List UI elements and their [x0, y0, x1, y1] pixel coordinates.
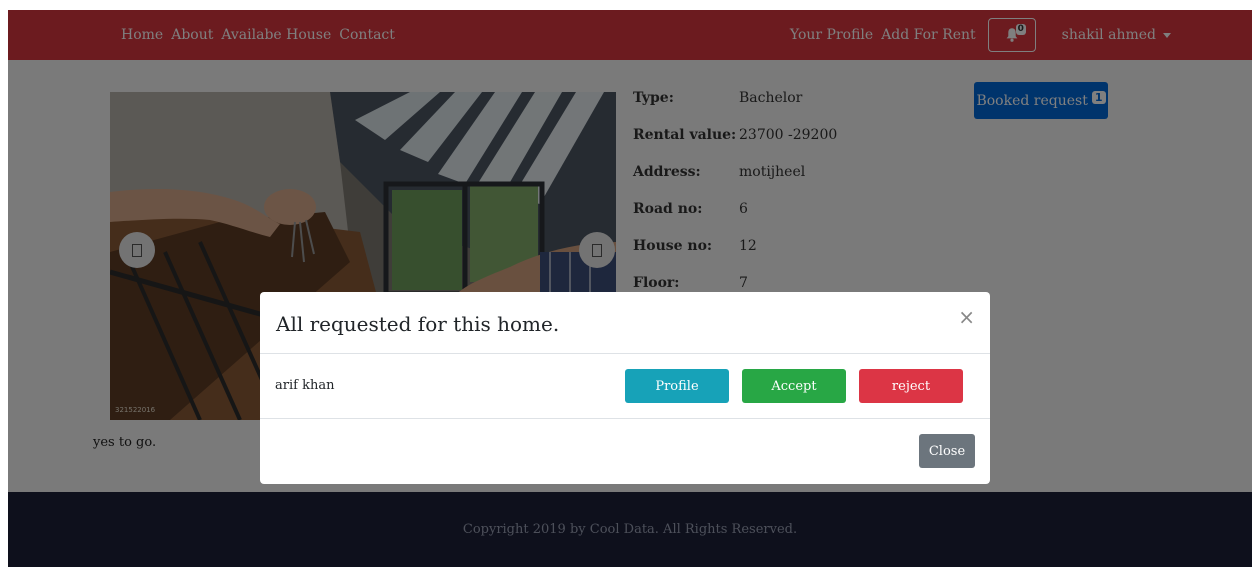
modal-title: All requested for this home. — [276, 312, 560, 336]
modal-close-icon[interactable]: × — [958, 305, 975, 329]
modal-header: All requested for this home. × — [260, 292, 990, 354]
reject-button[interactable]: reject — [859, 369, 963, 403]
modal-body: arif khan Profile Accept reject — [260, 354, 990, 419]
requester-name: arif khan — [275, 378, 335, 393]
profile-button[interactable]: Profile — [625, 369, 729, 403]
modal-footer: Close — [260, 419, 990, 483]
close-button[interactable]: Close — [919, 434, 975, 468]
requests-modal: All requested for this home. × arif khan… — [260, 292, 990, 484]
accept-button[interactable]: Accept — [742, 369, 846, 403]
page: Home About Availabe House Contact Your P… — [8, 10, 1252, 567]
